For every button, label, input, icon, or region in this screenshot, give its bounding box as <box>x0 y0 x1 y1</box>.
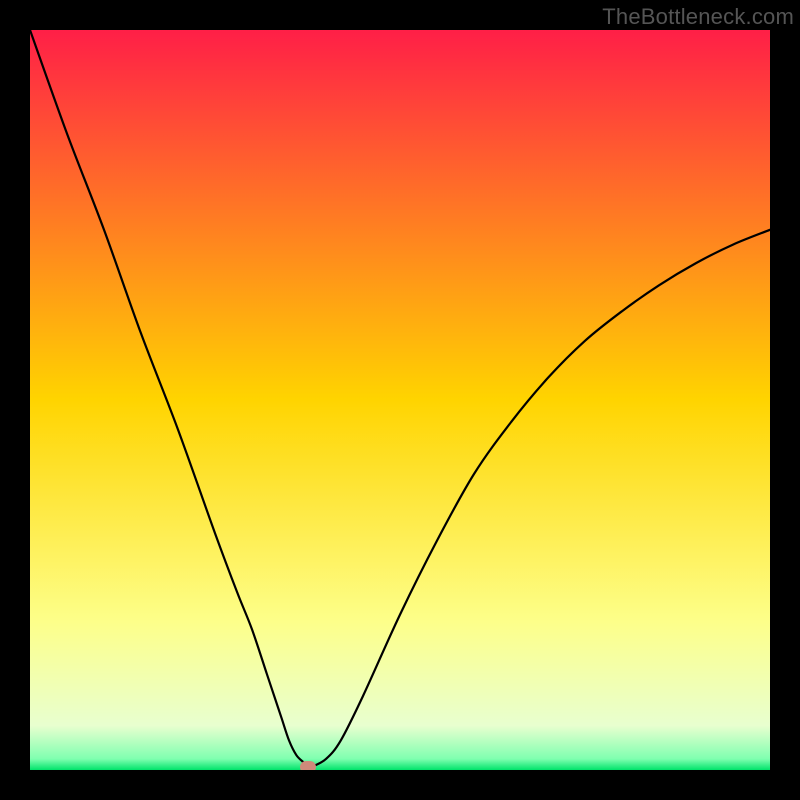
bottleneck-curve <box>30 30 770 770</box>
minimum-marker <box>300 761 316 770</box>
chart-frame: TheBottleneck.com <box>0 0 800 800</box>
watermark-text: TheBottleneck.com <box>602 4 794 30</box>
plot-area <box>30 30 770 770</box>
